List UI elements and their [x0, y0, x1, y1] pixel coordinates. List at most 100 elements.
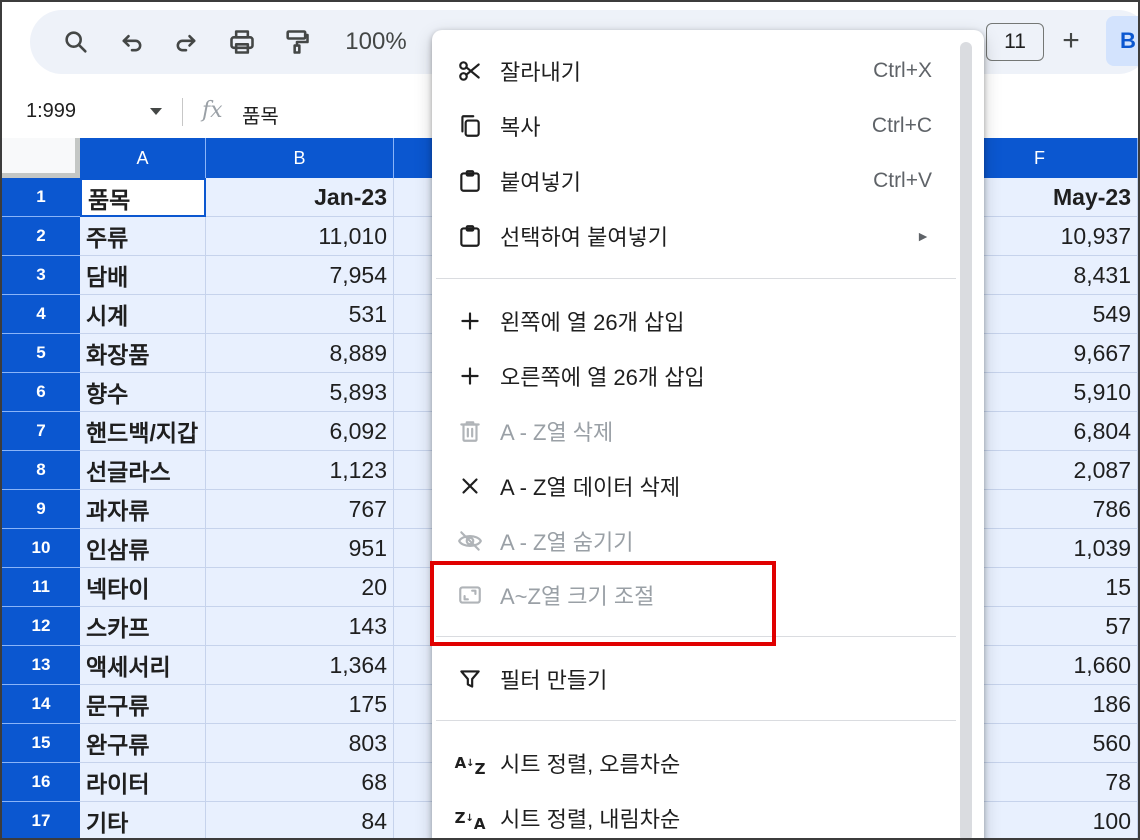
row-header[interactable]: 14: [2, 685, 80, 724]
row-header[interactable]: 15: [2, 724, 80, 763]
select-all-corner[interactable]: [2, 138, 80, 178]
table-cell[interactable]: 담배: [80, 256, 206, 295]
menu-item-label: 시트 정렬, 오름차순: [500, 752, 681, 777]
column-header-b[interactable]: B: [206, 138, 394, 178]
table-cell[interactable]: 84: [206, 802, 394, 838]
row-header[interactable]: 4: [2, 295, 80, 334]
menu-item-label: A - Z열 숨기기: [500, 530, 634, 555]
menu-scrollbar[interactable]: [960, 42, 972, 838]
search-icon[interactable]: [58, 10, 94, 74]
row-header[interactable]: 13: [2, 646, 80, 685]
table-cell[interactable]: 531: [206, 295, 394, 334]
table-cell[interactable]: 143: [206, 607, 394, 646]
menu-item-label: A - Z열 삭제: [500, 420, 614, 445]
font-size-input[interactable]: 11: [986, 23, 1044, 61]
redo-icon[interactable]: [170, 10, 202, 74]
table-cell[interactable]: 향수: [80, 373, 206, 412]
table-cell[interactable]: 라이터: [80, 763, 206, 802]
table-cell[interactable]: 951: [206, 529, 394, 568]
table-cell[interactable]: 스카프: [80, 607, 206, 646]
table-cell[interactable]: 1,364: [206, 646, 394, 685]
context-menu: 잘라내기 Ctrl+X 복사 Ctrl+C 붙여넣기 Ctrl+V 선택하여 붙…: [432, 30, 984, 838]
row-header[interactable]: 6: [2, 373, 80, 412]
table-cell[interactable]: 6,092: [206, 412, 394, 451]
table-cell[interactable]: 767: [206, 490, 394, 529]
menu-item-cut[interactable]: 잘라내기 Ctrl+X: [432, 48, 952, 94]
scissors-icon: [456, 57, 484, 85]
row-header[interactable]: 2: [2, 217, 80, 256]
menu-item-insert-left[interactable]: 왼쪽에 열 26개 삽입: [432, 298, 952, 344]
table-cell[interactable]: 175: [206, 685, 394, 724]
row-header[interactable]: 7: [2, 412, 80, 451]
paint-format-icon[interactable]: [280, 10, 314, 74]
bold-button[interactable]: B: [1106, 16, 1138, 66]
table-cell[interactable]: 인삼류: [80, 529, 206, 568]
copy-icon: [456, 112, 484, 140]
table-cell[interactable]: 문구류: [80, 685, 206, 724]
table-cell[interactable]: 8,889: [206, 334, 394, 373]
table-cell[interactable]: 68: [206, 763, 394, 802]
table-cell[interactable]: 주류: [80, 217, 206, 256]
row-header[interactable]: 12: [2, 607, 80, 646]
menu-item-copy[interactable]: 복사 Ctrl+C: [432, 103, 952, 149]
print-icon[interactable]: [224, 10, 260, 74]
table-cell[interactable]: 핸드백/지갑: [80, 412, 206, 451]
table-cell[interactable]: 5,893: [206, 373, 394, 412]
table-cell[interactable]: 선글라스: [80, 451, 206, 490]
screenshot-frame: 100% 11 + B 1:999 fx 품목 A B F 1 품목 Jan-23 M…: [0, 0, 1140, 840]
table-cell[interactable]: 20: [206, 568, 394, 607]
shortcut-label: Ctrl+V: [873, 169, 932, 192]
row-header[interactable]: 1: [2, 178, 80, 217]
formula-input[interactable]: 품목: [242, 100, 279, 129]
table-cell[interactable]: 완구류: [80, 724, 206, 763]
table-cell[interactable]: 액세서리: [80, 646, 206, 685]
shortcut-label: Ctrl+X: [873, 59, 932, 82]
name-box-dropdown-icon[interactable]: [150, 108, 162, 115]
row-header[interactable]: 3: [2, 256, 80, 295]
table-cell[interactable]: 넥타이: [80, 568, 206, 607]
row-header[interactable]: 16: [2, 763, 80, 802]
plus-icon: [456, 362, 484, 390]
menu-item-label: 복사: [500, 115, 541, 140]
row-header[interactable]: 9: [2, 490, 80, 529]
table-cell[interactable]: 1,123: [206, 451, 394, 490]
menu-item-delete-columns: A - Z열 삭제: [432, 408, 952, 454]
menu-divider: [436, 278, 956, 279]
menu-item-paste[interactable]: 붙여넣기 Ctrl+V: [432, 158, 952, 204]
table-cell[interactable]: 11,010: [206, 217, 394, 256]
row-header[interactable]: 8: [2, 451, 80, 490]
menu-item-clear-columns[interactable]: A - Z열 데이터 삭제: [432, 463, 952, 509]
table-cell[interactable]: 화장품: [80, 334, 206, 373]
table-cell[interactable]: 803: [206, 724, 394, 763]
menu-item-paste-special[interactable]: 선택하여 붙여넣기 ►: [432, 213, 952, 259]
menu-item-insert-right[interactable]: 오른쪽에 열 26개 삽입: [432, 353, 952, 399]
table-cell[interactable]: Jan-23: [206, 178, 394, 217]
row-header[interactable]: 17: [2, 802, 80, 838]
name-box[interactable]: 1:999: [26, 100, 76, 123]
row-header[interactable]: 10: [2, 529, 80, 568]
row-header[interactable]: 5: [2, 334, 80, 373]
plus-icon: [456, 307, 484, 335]
eye-off-icon: [456, 527, 484, 555]
zoom-select[interactable]: 100%: [336, 10, 416, 74]
table-cell[interactable]: 과자류: [80, 490, 206, 529]
table-cell[interactable]: 시계: [80, 295, 206, 334]
menu-item-sort-descending[interactable]: Z ↓ A 시트 정렬, 내림차순: [432, 795, 952, 838]
menu-item-create-filter[interactable]: 필터 만들기: [432, 656, 952, 702]
trash-icon: [456, 417, 484, 445]
shortcut-label: Ctrl+C: [871, 114, 932, 137]
increase-font-size-button[interactable]: +: [1054, 24, 1088, 58]
column-header-a[interactable]: A: [80, 138, 206, 178]
highlight-box: [430, 561, 776, 646]
table-cell[interactable]: 7,954: [206, 256, 394, 295]
sort-za-icon: Z ↓ A: [454, 808, 486, 833]
menu-item-label: 오른쪽에 열 26개 삽입: [500, 365, 705, 390]
row-header[interactable]: 11: [2, 568, 80, 607]
active-cell[interactable]: 품목: [80, 178, 206, 217]
table-cell[interactable]: 기타: [80, 802, 206, 838]
menu-divider: [436, 720, 956, 721]
undo-icon[interactable]: [116, 10, 148, 74]
menu-item-sort-ascending[interactable]: A ↓ Z 시트 정렬, 오름차순: [432, 740, 952, 786]
submenu-arrow-icon: ►: [916, 228, 930, 244]
formula-bar-divider: [182, 98, 183, 126]
